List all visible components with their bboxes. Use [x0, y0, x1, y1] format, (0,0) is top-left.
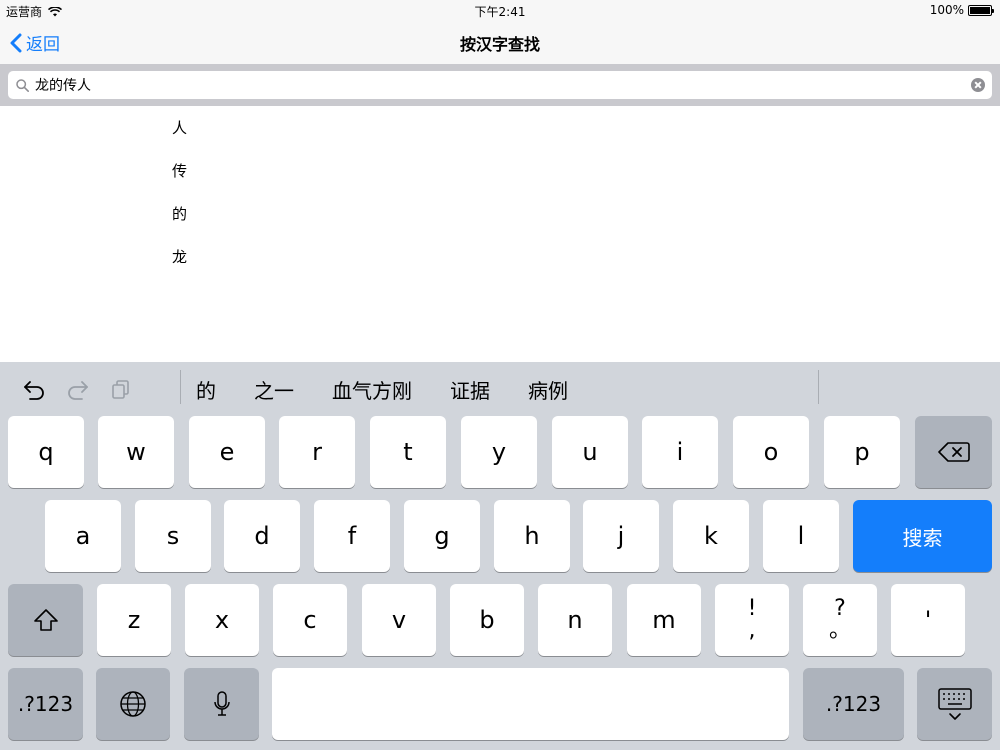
search-key[interactable]: 搜索	[853, 500, 992, 572]
undo-icon[interactable]	[22, 378, 46, 400]
key-s[interactable]: s	[135, 500, 211, 572]
dual-glyph: ! ,	[748, 598, 757, 642]
battery-icon	[968, 4, 994, 16]
dictation-key[interactable]	[184, 668, 259, 740]
key-r[interactable]: r	[279, 416, 355, 488]
search-icon	[16, 78, 29, 92]
key-g[interactable]: g	[404, 500, 480, 572]
key-x[interactable]: x	[185, 584, 259, 656]
key-d[interactable]: d	[224, 500, 300, 572]
globe-icon	[120, 691, 146, 717]
key-apostrophe[interactable]: '	[891, 584, 965, 656]
shift-icon	[33, 609, 58, 631]
key-l[interactable]: l	[763, 500, 839, 572]
candidate-item[interactable]: 证据	[450, 375, 490, 404]
search-query: 龙的传人	[35, 78, 91, 94]
microphone-icon	[213, 691, 230, 716]
key-o[interactable]: o	[733, 416, 809, 488]
status-bar: 运营商 下午2:41 100%	[0, 0, 1000, 20]
candidate-divider	[818, 370, 819, 404]
hide-keyboard-key[interactable]	[917, 668, 992, 740]
key-b[interactable]: b	[450, 584, 524, 656]
status-right: 100%	[929, 3, 994, 17]
candidate-item[interactable]: 的	[196, 375, 216, 404]
redo-icon[interactable]	[66, 378, 90, 400]
key-question-period[interactable]: ? 。	[803, 584, 877, 656]
candidate-list: 的 之一 血气方刚 证据 病例	[196, 375, 568, 404]
key-a[interactable]: a	[45, 500, 121, 572]
globe-key[interactable]	[96, 668, 170, 740]
key-i[interactable]: i	[642, 416, 718, 488]
results-list: 人 传 的 龙	[0, 106, 1000, 362]
candidate-item[interactable]: 之一	[254, 375, 294, 404]
candidate-item[interactable]: 血气方刚	[332, 375, 412, 404]
glyph-top: !	[747, 596, 757, 621]
numbers-key[interactable]: .?123	[8, 668, 83, 740]
battery-percent: 100%	[929, 3, 964, 17]
key-n[interactable]: n	[538, 584, 612, 656]
key-exclaim-comma[interactable]: ! ,	[715, 584, 789, 656]
key-u[interactable]: u	[552, 416, 628, 488]
candidate-divider	[180, 370, 181, 404]
key-y[interactable]: y	[461, 416, 537, 488]
result-item[interactable]: 传	[172, 160, 192, 181]
dual-glyph: ? 。	[829, 598, 851, 642]
key-p[interactable]: p	[824, 416, 900, 488]
key-f[interactable]: f	[314, 500, 390, 572]
key-z[interactable]: z	[97, 584, 171, 656]
key-h[interactable]: h	[494, 500, 570, 572]
delete-key[interactable]	[915, 416, 992, 488]
result-item[interactable]: 的	[172, 203, 192, 224]
paste-icon[interactable]	[110, 378, 132, 400]
key-v[interactable]: v	[362, 584, 436, 656]
key-j[interactable]: j	[583, 500, 659, 572]
backspace-icon	[937, 442, 970, 462]
edit-tools	[22, 378, 132, 400]
keyboard-dismiss-icon	[937, 688, 972, 720]
numbers-key-right[interactable]: .?123	[803, 668, 904, 740]
page-title: 按汉字查找	[459, 35, 540, 54]
shift-key[interactable]	[8, 584, 83, 656]
key-q[interactable]: q	[8, 416, 84, 488]
key-w[interactable]: w	[98, 416, 174, 488]
candidate-item[interactable]: 病例	[528, 375, 568, 404]
keyboard: 的 之一 血气方刚 证据 病例 q w e r t y u i o p a s …	[0, 362, 1000, 750]
search-input[interactable]: 龙的传人	[8, 71, 992, 99]
key-k[interactable]: k	[673, 500, 749, 572]
glyph-bottom: ,	[748, 618, 756, 643]
key-e[interactable]: e	[189, 416, 265, 488]
candidate-bar: 的 之一 血气方刚 证据 病例	[0, 362, 1000, 412]
result-item[interactable]: 龙	[172, 246, 192, 267]
space-key[interactable]	[272, 668, 789, 740]
navigation-bar: 返回 按汉字查找	[0, 20, 1000, 64]
glyph-top: ?	[834, 596, 846, 621]
key-t[interactable]: t	[370, 416, 446, 488]
status-time: 下午2:41	[474, 5, 526, 19]
result-item[interactable]: 人	[172, 117, 192, 138]
glyph-bottom: 。	[828, 618, 851, 643]
key-m[interactable]: m	[627, 584, 701, 656]
clear-icon[interactable]	[971, 78, 985, 92]
key-c[interactable]: c	[273, 584, 347, 656]
search-bar: 龙的传人	[0, 64, 1000, 106]
